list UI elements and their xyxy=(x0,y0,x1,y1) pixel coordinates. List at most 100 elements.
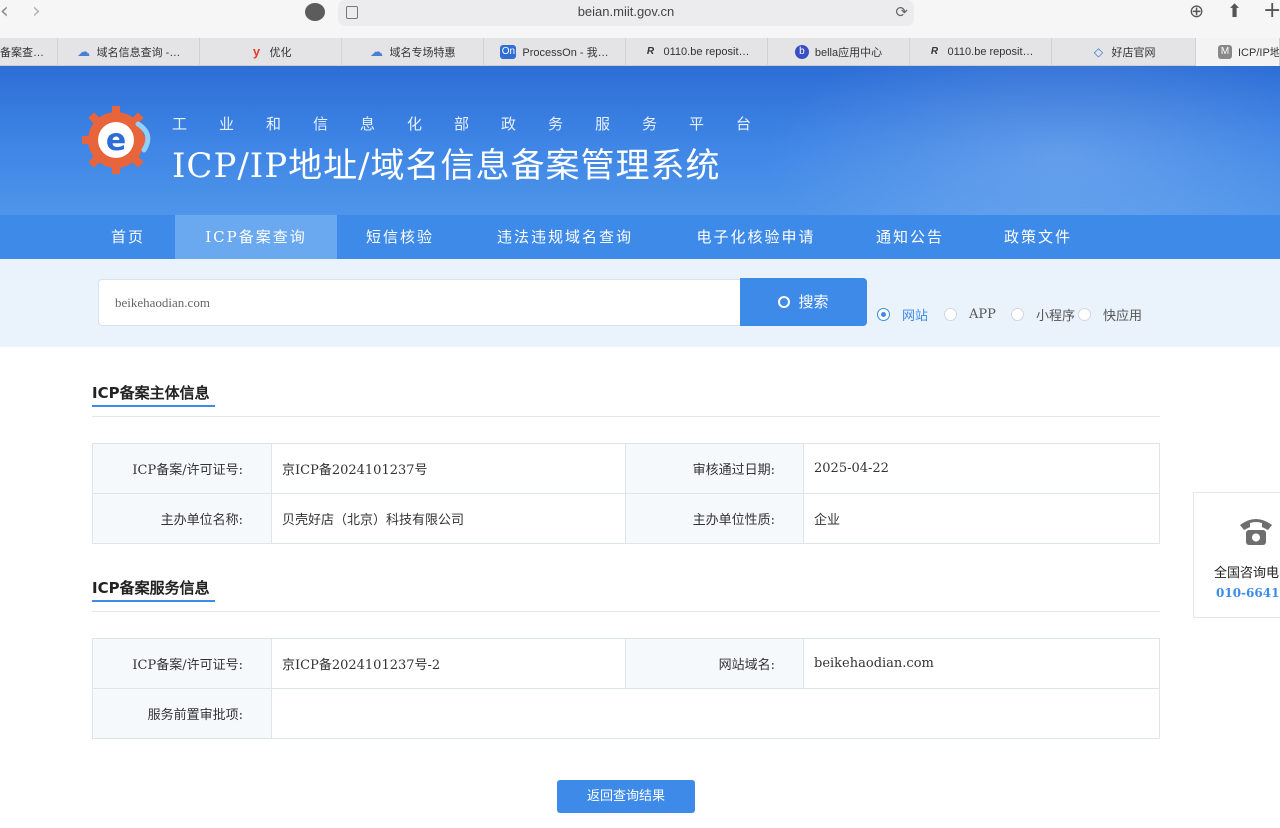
table-row: 主办单位名称: 贝壳好店（北京）科技有限公司 主办单位性质: 企业 xyxy=(92,493,1160,544)
search-button[interactable]: 搜索 xyxy=(740,278,867,326)
service-info-table: ICP备案/许可证号: 京ICP备2024101237号-2 网站域名: bei… xyxy=(92,638,1160,739)
table-row: 服务前置审批项: xyxy=(92,688,1160,739)
processon-icon: On xyxy=(500,45,517,59)
browser-tab[interactable]: ☁ 域名信息查询 -… xyxy=(58,38,200,66)
value-approval-date: 2025-04-22 xyxy=(803,443,1160,494)
label-license-no: ICP备案/许可证号: xyxy=(92,443,272,494)
radio-label: 快应用 xyxy=(1103,308,1143,324)
label-pre-approval: 服务前置审批项: xyxy=(92,688,272,739)
service-section-title: ICP备案服务信息 xyxy=(92,579,210,597)
tab-label: 域名信息查询 -… xyxy=(96,47,181,59)
tab-label: ICP/IP地… xyxy=(1238,47,1280,59)
privacy-shield-icon[interactable] xyxy=(305,3,325,21)
system-title: ICP/IP地址/域名信息备案管理系统 xyxy=(172,146,721,186)
nav-item-icp-query[interactable]: ICP备案查询 xyxy=(175,215,337,259)
contact-panel[interactable]: 全国咨询电 010-664111 xyxy=(1193,492,1280,618)
r-icon: R xyxy=(930,46,939,57)
svg-text:e: e xyxy=(106,123,126,158)
browser-tab[interactable]: R 0110.be reposit… xyxy=(910,38,1052,66)
radio-dot xyxy=(877,307,890,321)
tab-label: 备案查… xyxy=(0,47,44,59)
value-license-no: 京ICP备2024101237号 xyxy=(271,443,626,494)
search-panel: 搜索 网站 APP 小程序 快应用 xyxy=(0,259,1280,347)
banner-decoration xyxy=(760,66,1280,215)
forward-icon[interactable]: › xyxy=(32,1,41,23)
bella-icon: b xyxy=(794,45,809,59)
download-icon[interactable]: ⊕ xyxy=(1189,1,1204,22)
type-radio-miniprogram[interactable]: 小程序 xyxy=(1011,305,1076,324)
radio-label: 小程序 xyxy=(1036,308,1076,324)
value-organizer-type: 企业 xyxy=(803,493,1160,544)
search-input[interactable] xyxy=(98,279,741,326)
label-service-license-no: ICP备案/许可证号: xyxy=(92,638,272,689)
search-button-label: 搜索 xyxy=(798,293,829,311)
tab-label: ProcessOn - 我… xyxy=(522,47,609,59)
browser-tab[interactable]: On ProcessOn - 我… xyxy=(484,38,626,66)
url-text[interactable]: beian.miit.gov.cn xyxy=(338,4,914,19)
nav-item-e-verify[interactable]: 电子化核验申请 xyxy=(682,215,830,259)
return-to-results-button[interactable]: 返回查询结果 xyxy=(557,780,695,813)
label-website-domain: 网站域名: xyxy=(625,638,804,689)
section-divider xyxy=(92,416,1160,417)
label-organizer-type: 主办单位性质: xyxy=(625,493,804,544)
tab-label: 优化 xyxy=(269,47,292,59)
tab-strip: 备案查… ☁ 域名信息查询 -… y 优化 ☁ 域名专场特惠 On ProcessOn … xyxy=(0,38,1280,66)
tab-label: 好店官网 xyxy=(1111,47,1156,59)
address-bar[interactable]: beian.miit.gov.cn ⟳ xyxy=(338,0,914,26)
phone-icon xyxy=(1240,519,1272,545)
value-service-license-no: 京ICP备2024101237号-2 xyxy=(271,638,626,689)
radio-label: APP xyxy=(969,306,996,322)
header-banner: e 工业和信息化部政务服务平台 ICP/IP地址/域名信息备案管理系统 xyxy=(0,66,1280,215)
type-radio-website[interactable]: 网站 xyxy=(877,305,929,324)
browser-tab[interactable]: R 0110.be reposit… xyxy=(626,38,768,66)
y-icon: y xyxy=(252,44,261,59)
subject-info-table: ICP备案/许可证号: 京ICP备2024101237号 审核通过日期: 202… xyxy=(92,443,1160,544)
share-icon[interactable]: ⬆ xyxy=(1227,1,1242,22)
browser-tab[interactable]: ◇ 好店官网 xyxy=(1052,38,1196,66)
browser-tab-active[interactable]: M ICP/IP地… xyxy=(1196,38,1280,66)
nav-item-sms-verify[interactable]: 短信核验 xyxy=(352,215,448,259)
value-organizer-name: 贝壳好店（北京）科技有限公司 xyxy=(271,493,626,544)
new-tab-icon[interactable]: + xyxy=(1263,0,1280,23)
browser-toolbar: ‹ › beian.miit.gov.cn ⟳ ⊕ ⬆ + xyxy=(0,0,1280,40)
nav-item-home[interactable]: 首页 xyxy=(88,215,168,259)
tab-label: 0110.be reposit… xyxy=(663,46,750,58)
browser-tab[interactable]: 备案查… xyxy=(0,38,58,66)
type-radio-app[interactable]: APP xyxy=(944,305,996,323)
cloud-icon: ☁ xyxy=(77,44,91,59)
back-icon[interactable]: ‹ xyxy=(0,1,9,23)
value-pre-approval xyxy=(271,688,1160,739)
tab-label: bella应用中心 xyxy=(814,47,883,59)
search-icon xyxy=(778,296,791,308)
ministry-subtitle: 工业和信息化部政务服务平台 xyxy=(172,115,784,133)
cloud-icon: ☁ xyxy=(370,44,383,59)
tab-label: 0110.be reposit… xyxy=(947,46,1034,58)
tab-label: 域名专场特惠 xyxy=(389,47,456,59)
browser-tab[interactable]: y 优化 xyxy=(200,38,342,66)
radio-dot xyxy=(1011,307,1024,321)
main-nav: 首页 ICP备案查询 短信核验 违法违规域名查询 电子化核验申请 通知公告 政策… xyxy=(0,215,1280,259)
r-icon: R xyxy=(646,46,655,57)
browser-tab[interactable]: b bella应用中心 xyxy=(768,38,910,66)
reload-icon[interactable]: ⟳ xyxy=(895,3,908,21)
table-row: ICP备案/许可证号: 京ICP备2024101237号-2 网站域名: bei… xyxy=(92,638,1160,689)
browser-tab[interactable]: ☁ 域名专场特惠 xyxy=(342,38,484,66)
subject-section-title: ICP备案主体信息 xyxy=(92,384,210,402)
table-row: ICP备案/许可证号: 京ICP备2024101237号 审核通过日期: 202… xyxy=(92,443,1160,494)
radio-label: 网站 xyxy=(902,308,929,324)
type-radio-quickapp[interactable]: 快应用 xyxy=(1078,305,1143,324)
label-organizer-name: 主办单位名称: xyxy=(92,493,272,544)
radio-dot xyxy=(944,307,957,321)
nav-item-notices[interactable]: 通知公告 xyxy=(862,215,958,259)
section-underline xyxy=(92,405,215,407)
m-icon: M xyxy=(1218,45,1232,59)
section-underline xyxy=(92,600,215,602)
section-divider xyxy=(92,611,1160,612)
radio-dot xyxy=(1078,307,1091,321)
contact-phone: 010-664111 xyxy=(1216,586,1280,600)
contact-label: 全国咨询电 xyxy=(1214,566,1280,581)
nav-item-illegal-domain[interactable]: 违法违规域名查询 xyxy=(480,215,650,259)
nav-item-policies[interactable]: 政策文件 xyxy=(990,215,1086,259)
value-website-domain: beikehaodian.com xyxy=(803,638,1160,689)
diamond-icon: ◇ xyxy=(1093,45,1104,59)
